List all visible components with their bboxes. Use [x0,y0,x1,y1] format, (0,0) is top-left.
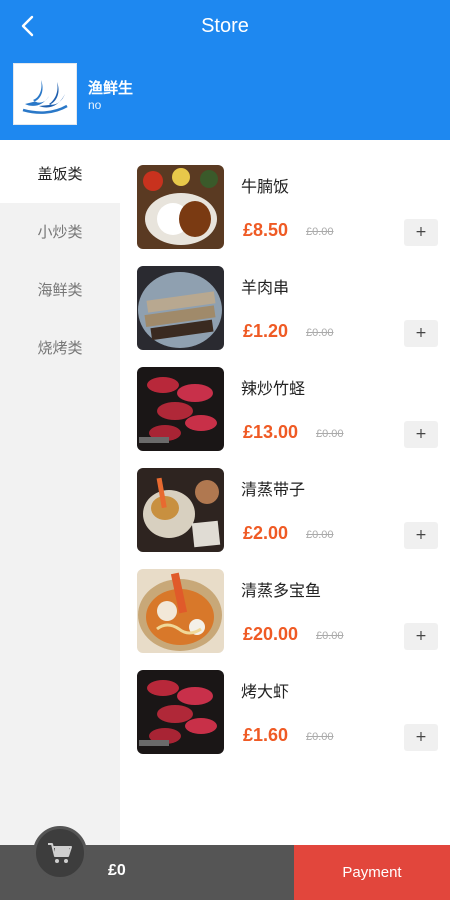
store-subtitle: no [88,98,102,112]
cart-icon [48,843,72,863]
item-name: 辣炒竹蛏 [241,379,306,398]
item-name: 清蒸带子 [241,480,306,499]
category-item-stir-fry[interactable]: 小炒类 [0,203,120,261]
fried-shrimp-photo [137,468,224,552]
wave-logo-icon [22,80,68,114]
skewers-photo [137,266,224,350]
menu-list: 牛腩饭 £8.50 £0.00 + 羊肉串 £1.20 £0.00 + 辣炒竹蛏… [120,145,450,845]
item-price: £20.00 [243,624,299,644]
item-original-price: £0.00 [316,428,344,440]
item-original-price: £0.00 [306,529,334,541]
category-item-bbq[interactable]: 烧烤类 [0,319,120,377]
raw-meat-photo [137,670,224,754]
item-original-price: £0.00 [306,327,334,339]
add-to-cart-button[interactable]: + [404,219,438,246]
item-name: 牛腩饭 [241,177,290,196]
category-item-seafood[interactable]: 海鲜类 [0,261,120,319]
store-name: 渔鲜生 [88,79,134,97]
item-original-price: £0.00 [306,226,334,238]
item-original-price: £0.00 [316,630,344,642]
item-price: £1.60 [243,725,289,745]
add-to-cart-button[interactable]: + [404,724,438,751]
category-sidebar: 盖饭类 小炒类 海鲜类 烧烤类 [0,145,120,845]
app-header: Store 渔鲜生 no [0,0,450,140]
menu-item: 辣炒竹蛏 £13.00 £0.00 + [120,347,450,451]
raw-meat-photo [137,367,224,451]
add-to-cart-button[interactable]: + [404,623,438,650]
item-price: £1.20 [243,321,289,341]
cart-button[interactable] [33,826,87,880]
payment-button[interactable]: Payment [294,845,450,900]
item-price: £8.50 [243,220,289,240]
category-item-rice[interactable]: 盖饭类 [0,145,120,203]
add-to-cart-button[interactable]: + [404,320,438,347]
cart-total: £0 [108,862,126,879]
store-logo [13,63,77,125]
item-original-price: £0.00 [306,731,334,743]
page-title: Store [201,15,249,37]
item-name: 清蒸多宝鱼 [241,581,322,600]
menu-item: 清蒸多宝鱼 £20.00 £0.00 + [120,549,450,653]
add-to-cart-button[interactable]: + [404,522,438,549]
item-name: 烤大虾 [241,682,290,701]
curry-rice-photo [137,165,224,249]
menu-item: 清蒸带子 £2.00 £0.00 + [120,448,450,552]
menu-item: 牛腩饭 £8.50 £0.00 + [120,145,450,249]
add-to-cart-button[interactable]: + [404,421,438,448]
ramen-photo [137,569,224,653]
item-price: £13.00 [243,422,299,442]
item-name: 羊肉串 [241,278,290,297]
menu-item: 羊肉串 £1.20 £0.00 + [120,246,450,350]
item-price: £2.00 [243,523,289,543]
menu-item: 烤大虾 £1.60 £0.00 + [120,650,450,754]
